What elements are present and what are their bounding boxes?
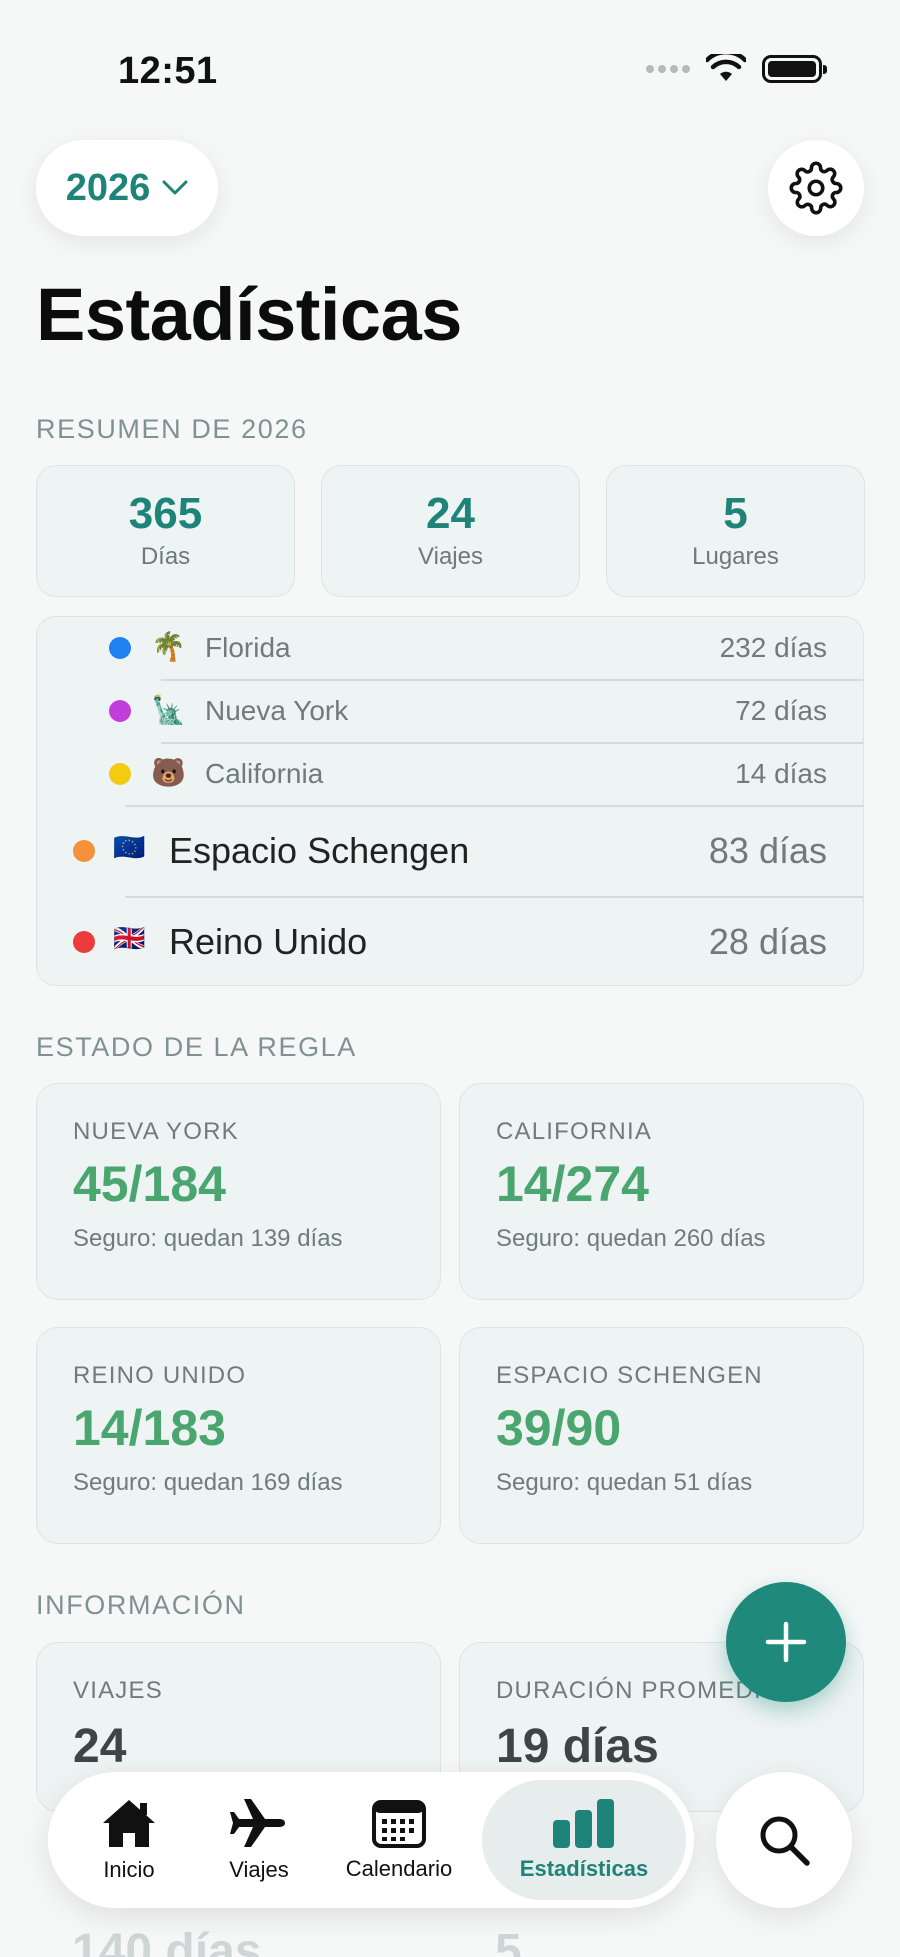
tab-calendario[interactable]: Calendario xyxy=(334,1780,464,1900)
color-dot xyxy=(73,931,95,953)
status-time: 12:51 xyxy=(118,50,218,92)
tab-bar: Inicio Viajes Calendario Estadísticas xyxy=(48,1772,694,1908)
gear-icon xyxy=(789,161,843,215)
settings-button[interactable] xyxy=(768,140,864,236)
rule-status: Seguro: quedan 139 días xyxy=(73,1224,343,1252)
search-button[interactable] xyxy=(716,1772,852,1908)
rule-value: 45/184 xyxy=(73,1156,226,1212)
tab-inicio[interactable]: Inicio xyxy=(74,1780,184,1900)
rule-title: REINO UNIDO xyxy=(73,1362,247,1389)
color-dot xyxy=(109,763,131,785)
palm-tree-icon: 🌴 xyxy=(151,631,186,662)
info-partial-value: 140 días xyxy=(72,1925,262,1957)
search-icon xyxy=(760,1816,810,1866)
rule-card-reino-unido[interactable]: REINO UNIDO 14/183 Seguro: quedan 169 dí… xyxy=(36,1327,441,1544)
location-days: 72 días xyxy=(735,695,827,726)
rule-status: Seguro: quedan 51 días xyxy=(496,1468,753,1496)
stat-card-trips: 24 Viajes xyxy=(321,465,580,597)
rule-card-schengen[interactable]: ESPACIO SCHENGEN 39/90 Seguro: quedan 51… xyxy=(459,1327,864,1544)
tab-label: Inicio xyxy=(103,1857,155,1882)
tab-label: Estadísticas xyxy=(519,1856,649,1881)
stat-card-places: 5 Lugares xyxy=(606,465,865,597)
location-row-florida[interactable]: 🌴 Florida 232 días xyxy=(37,617,863,679)
location-days: 14 días xyxy=(735,758,827,789)
rule-card-california[interactable]: CALIFORNIA 14/274 Seguro: quedan 260 día… xyxy=(459,1083,864,1300)
chevron-down-icon xyxy=(162,180,188,195)
tab-label: Calendario xyxy=(345,1856,453,1881)
year-label: 2026 xyxy=(65,166,151,209)
rule-status: Seguro: quedan 260 días xyxy=(496,1224,766,1252)
eu-flag-icon: 🇪🇺 xyxy=(113,832,146,862)
plus-icon xyxy=(765,1621,807,1663)
calendar-icon xyxy=(372,1800,426,1848)
location-list: 🌴 Florida 232 días 🗽 Nueva York 72 días … xyxy=(36,616,864,986)
stat-value: 5 xyxy=(723,488,748,538)
info-section-label: INFORMACIÓN xyxy=(36,1590,246,1620)
tab-estadisticas[interactable]: Estadísticas xyxy=(482,1780,686,1900)
rule-title: ESPACIO SCHENGEN xyxy=(496,1362,763,1389)
location-row-schengen[interactable]: 🇪🇺 Espacio Schengen 83 días xyxy=(37,806,863,896)
page-title: Estadísticas xyxy=(36,273,462,356)
info-value: 19 días xyxy=(496,1720,659,1773)
house-icon xyxy=(103,1800,155,1847)
color-dot xyxy=(109,700,131,722)
stat-label: Viajes xyxy=(418,543,483,571)
location-days: 83 días xyxy=(708,830,827,871)
location-days: 28 días xyxy=(708,921,827,962)
location-days: 232 días xyxy=(719,632,827,663)
rules-section-label: ESTADO DE LA REGLA xyxy=(36,1032,357,1062)
location-name: Florida xyxy=(205,632,291,663)
battery-icon xyxy=(762,55,827,83)
bar-chart-icon xyxy=(553,1799,614,1848)
info-title: VIAJES xyxy=(73,1677,163,1704)
add-trip-button[interactable] xyxy=(726,1582,846,1702)
tab-viajes[interactable]: Viajes xyxy=(204,1780,314,1900)
rule-value: 14/274 xyxy=(496,1156,649,1212)
info-partial-value: 5 xyxy=(495,1925,522,1957)
uk-flag-icon: 🇬🇧 xyxy=(113,923,146,953)
bear-icon: 🐻 xyxy=(151,757,186,788)
location-row-nueva-york[interactable]: 🗽 Nueva York 72 días xyxy=(37,680,863,742)
tab-label: Viajes xyxy=(229,1857,289,1882)
wifi-icon xyxy=(706,54,746,81)
rule-value: 39/90 xyxy=(496,1400,622,1456)
stat-card-days: 365 Días xyxy=(36,465,295,597)
status-icons xyxy=(646,54,827,84)
stat-value: 365 xyxy=(128,488,203,538)
rule-card-nueva-york[interactable]: NUEVA YORK 45/184 Seguro: quedan 139 día… xyxy=(36,1083,441,1300)
location-name: Reino Unido xyxy=(169,921,368,962)
stat-label: Lugares xyxy=(692,543,779,571)
rule-title: CALIFORNIA xyxy=(496,1118,653,1145)
location-name: Nueva York xyxy=(205,695,349,726)
rule-title: NUEVA YORK xyxy=(73,1118,239,1145)
year-picker[interactable]: 2026 xyxy=(36,140,218,236)
statue-of-liberty-icon: 🗽 xyxy=(151,694,186,725)
color-dot xyxy=(109,637,131,659)
stat-value: 24 xyxy=(426,488,475,538)
cellular-icon xyxy=(646,65,690,73)
airplane-icon xyxy=(230,1799,285,1847)
summary-section-label: RESUMEN DE 2026 xyxy=(36,414,308,444)
color-dot xyxy=(73,840,95,862)
rule-value: 14/183 xyxy=(73,1400,226,1456)
rule-status: Seguro: quedan 169 días xyxy=(73,1468,343,1496)
stat-label: Días xyxy=(140,543,191,571)
location-name: California xyxy=(205,758,324,789)
location-name: Espacio Schengen xyxy=(169,830,470,871)
location-row-california[interactable]: 🐻 California 14 días xyxy=(37,743,863,805)
location-row-reino-unido[interactable]: 🇬🇧 Reino Unido 28 días xyxy=(37,897,863,985)
info-value: 24 xyxy=(73,1720,127,1773)
